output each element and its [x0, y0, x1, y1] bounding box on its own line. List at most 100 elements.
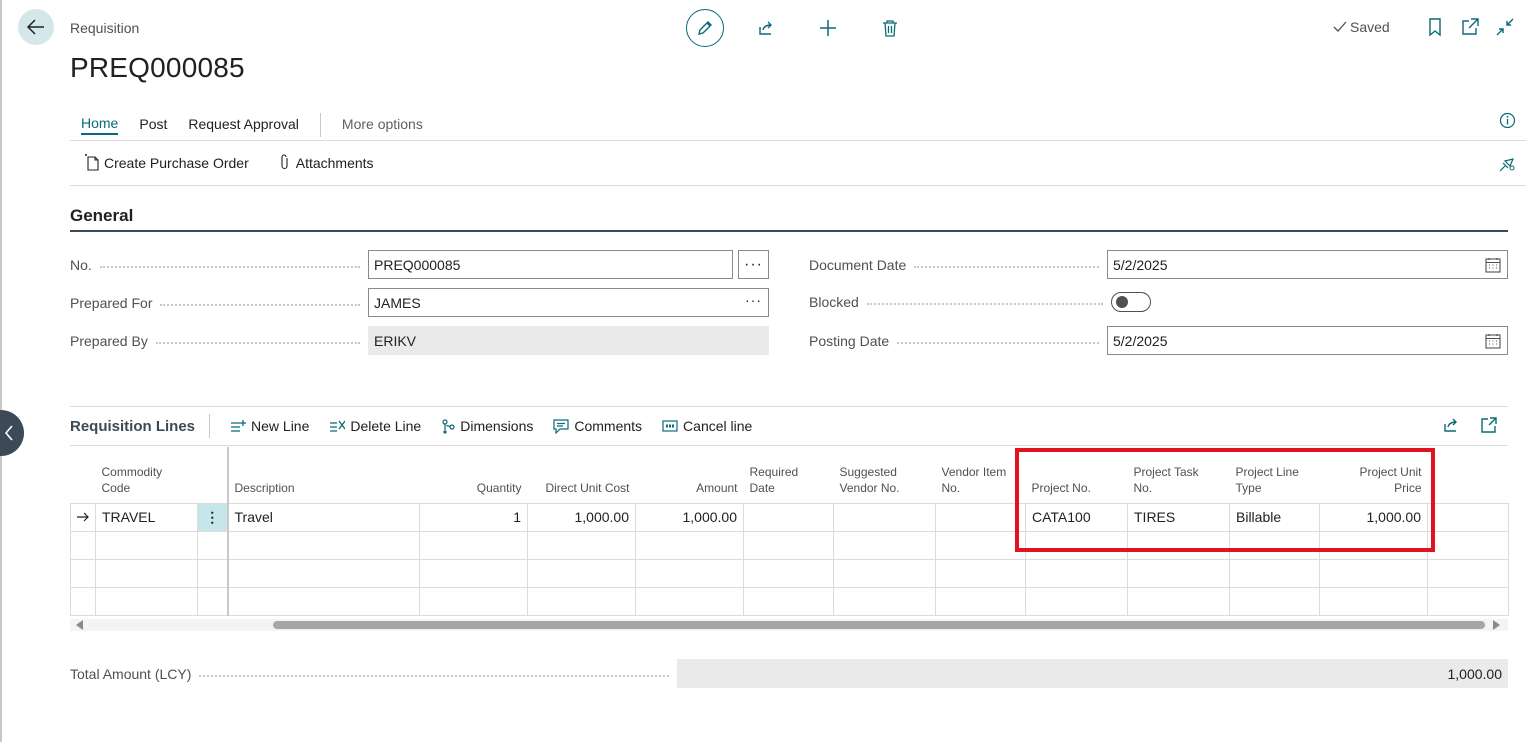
- tab-request-approval[interactable]: Request Approval: [188, 116, 299, 134]
- collapse-panel-button[interactable]: [0, 410, 24, 456]
- blocked-toggle[interactable]: [1110, 292, 1151, 312]
- posting-date-value: 5/2/2025: [1113, 332, 1168, 349]
- new-line-button[interactable]: New Line: [230, 418, 309, 434]
- delete-line-icon: [330, 420, 346, 432]
- calendar-icon[interactable]: [1485, 257, 1501, 273]
- field-posting-date: Posting Date 5/2/2025: [809, 326, 1508, 355]
- left-rail: [0, 0, 2, 742]
- field-prepared-by: Prepared By ERIKV: [70, 326, 769, 355]
- cell-direct-unit-cost[interactable]: 1,000.00: [527, 502, 636, 532]
- field-document-date: Document Date 5/2/2025: [809, 250, 1508, 279]
- divider: [70, 185, 1526, 186]
- tab-post[interactable]: Post: [139, 116, 167, 134]
- general-section-title[interactable]: General: [70, 206, 133, 226]
- share-icon: [759, 21, 772, 35]
- col-amount[interactable]: Amount: [636, 447, 744, 503]
- pin-button[interactable]: [1499, 155, 1516, 175]
- field-no: No. PREQ000085 ···: [70, 250, 769, 279]
- comments-button[interactable]: Comments: [553, 418, 642, 434]
- cancel-line-label: Cancel line: [683, 418, 753, 434]
- divider: [70, 140, 1526, 141]
- no-input[interactable]: PREQ000085: [368, 250, 733, 279]
- cell-quantity[interactable]: 1: [419, 502, 528, 532]
- create-purchase-order-button[interactable]: Create Purchase Order: [84, 154, 249, 171]
- trash-icon: [883, 20, 897, 37]
- col-required-date[interactable]: Required Date: [744, 447, 834, 503]
- tab-home[interactable]: Home: [81, 115, 119, 135]
- total-amount-label: Total Amount (LCY): [70, 665, 192, 682]
- prepared-by-input: ERIKV: [368, 326, 769, 355]
- requisition-lines-title[interactable]: Requisition Lines: [70, 418, 195, 435]
- action-tabs: Home Post Request Approval More options: [81, 113, 444, 137]
- posting-date-input[interactable]: 5/2/2025: [1107, 326, 1508, 355]
- tab-more-options[interactable]: More options: [342, 116, 423, 134]
- open-new-window-icon[interactable]: [1461, 17, 1479, 37]
- comments-label: Comments: [574, 418, 643, 434]
- pin-icon: [1499, 158, 1515, 172]
- share-icon[interactable]: [1442, 416, 1460, 434]
- info-button[interactable]: [1499, 112, 1516, 132]
- prepared-for-value: JAMES: [374, 294, 421, 311]
- table-row[interactable]: [70, 586, 1509, 616]
- cell-suggested-vendor[interactable]: [833, 502, 936, 532]
- no-label: No.: [70, 256, 92, 273]
- delete-button[interactable]: [878, 16, 902, 40]
- col-vendor-item[interactable]: Vendor Item No.: [936, 447, 1026, 503]
- checkmark-icon: [1333, 21, 1347, 32]
- no-value: PREQ000085: [374, 256, 461, 273]
- section-rule: [70, 230, 1508, 232]
- edit-button[interactable]: [686, 9, 724, 47]
- create-purchase-order-label: Create Purchase Order: [104, 154, 249, 171]
- document-date-input[interactable]: 5/2/2025: [1107, 250, 1508, 279]
- no-assist-button[interactable]: ···: [738, 250, 769, 279]
- bookmark-icon[interactable]: [1426, 17, 1444, 37]
- calendar-icon[interactable]: [1485, 333, 1501, 349]
- scroll-left-icon[interactable]: [76, 620, 83, 630]
- share-button[interactable]: [754, 16, 778, 40]
- cancel-line-button[interactable]: Cancel line: [662, 418, 752, 434]
- new-button[interactable]: [816, 16, 840, 40]
- cell-vendor-item[interactable]: [935, 502, 1026, 532]
- delete-line-button[interactable]: Delete Line: [329, 418, 421, 434]
- table-row[interactable]: [70, 558, 1509, 588]
- saved-status: Saved: [1333, 19, 1390, 35]
- document-date-label: Document Date: [809, 256, 907, 273]
- cell-description[interactable]: Travel: [227, 502, 420, 532]
- prepared-for-input[interactable]: JAMES ···: [368, 288, 769, 317]
- prepared-for-lookup-button[interactable]: ···: [745, 292, 762, 308]
- delete-line-label: Delete Line: [350, 418, 422, 434]
- expand-icon[interactable]: [1480, 416, 1498, 434]
- prepared-for-label: Prepared For: [70, 294, 153, 311]
- paperclip-icon: [281, 154, 288, 170]
- col-direct-unit-cost[interactable]: Direct Unit Cost: [528, 447, 636, 503]
- new-document-icon: [85, 154, 99, 171]
- cell-commodity-code[interactable]: TRAVEL: [95, 502, 198, 532]
- posting-date-label: Posting Date: [809, 332, 890, 349]
- col-commodity-code[interactable]: Commodity Code: [96, 447, 198, 503]
- arrow-left-icon: [27, 19, 44, 35]
- blocked-label: Blocked: [809, 294, 859, 310]
- back-button[interactable]: [18, 9, 54, 45]
- highlight-annotation: [1015, 448, 1435, 552]
- col-description[interactable]: Description: [228, 447, 420, 503]
- saved-label: Saved: [1350, 19, 1390, 35]
- info-icon: [1499, 112, 1516, 129]
- comment-icon: [553, 418, 569, 434]
- prepared-by-label: Prepared By: [70, 332, 148, 349]
- new-line-label: New Line: [251, 418, 310, 434]
- col-quantity[interactable]: Quantity: [420, 447, 528, 503]
- scrollbar-thumb[interactable]: [273, 621, 1485, 629]
- col-suggested-vendor[interactable]: Suggested Vendor No.: [834, 447, 936, 503]
- dimensions-button[interactable]: Dimensions: [441, 418, 533, 434]
- row-menu-button[interactable]: ⋮: [197, 502, 229, 532]
- cell-required-date[interactable]: [743, 502, 834, 532]
- field-blocked: Blocked: [809, 292, 1508, 312]
- window-actions: [1426, 17, 1514, 37]
- requisition-lines-toolbar: Requisition Lines New Line Delete Line D…: [70, 406, 1508, 446]
- attachments-button[interactable]: Attachments: [279, 154, 374, 171]
- scroll-right-icon[interactable]: [1493, 620, 1500, 630]
- page-title: PREQ000085: [70, 52, 245, 83]
- collapse-icon[interactable]: [1496, 17, 1514, 37]
- prepared-by-value: ERIKV: [374, 332, 417, 349]
- chevron-left-icon: [4, 425, 13, 441]
